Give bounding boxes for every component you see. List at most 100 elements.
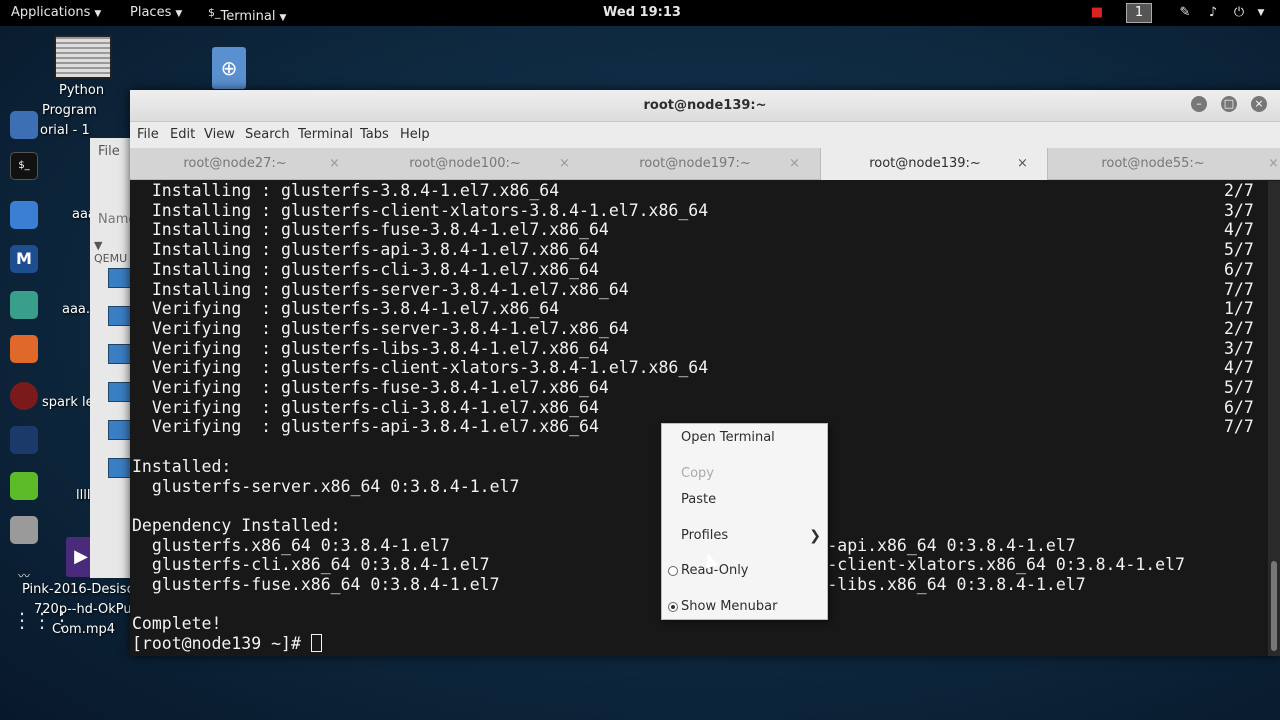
fm-row-icon[interactable] — [108, 420, 132, 440]
progress-count: 5/7 — [1224, 240, 1254, 260]
tab-node139[interactable]: root@node139:~ × — [820, 148, 1048, 180]
tab-label: root@node197:~ — [639, 156, 751, 171]
radio-unchecked-icon — [668, 566, 678, 576]
close-tab-icon[interactable]: × — [1017, 148, 1028, 180]
terminal-line: Verifying : glusterfs-api-3.8.4-1.el7.x8… — [132, 417, 599, 437]
terminal-line: glusterfs-cli.x86_64 0:3.8.4-1.el7 glust… — [132, 555, 1185, 575]
terminal-app-label: Terminal — [220, 9, 276, 24]
minimize-icon[interactable]: – — [1191, 96, 1207, 112]
close-tab-icon[interactable]: × — [789, 148, 800, 180]
video-file-icon[interactable] — [54, 35, 112, 79]
terminal-line: [root@node139 ~]# — [132, 634, 322, 654]
menu-tabs[interactable]: Tabs — [360, 122, 389, 148]
tab-bar: root@node27:~ × root@node100:~ × root@no… — [130, 148, 1280, 180]
fm-row-icon[interactable] — [108, 306, 132, 326]
window-titlebar[interactable]: root@node139:~ – □ × — [130, 90, 1280, 122]
files-icon[interactable] — [10, 201, 38, 229]
chevron-down-icon: ▼ — [94, 9, 102, 19]
applications-label: Applications — [11, 5, 91, 20]
dock: $_ M 〰 ⋮⋮⋮ — [0, 100, 72, 645]
chevron-down-icon[interactable]: ▼ — [1254, 4, 1268, 22]
close-tab-icon[interactable]: × — [329, 148, 340, 180]
screenshot-icon[interactable] — [10, 516, 38, 544]
menu-copy: Copy — [681, 466, 714, 481]
desktop-icon-label: Python — [59, 83, 105, 98]
places-menu[interactable]: Places ▼ — [130, 0, 182, 26]
terminal-line: Verifying : glusterfs-client-xlators-3.8… — [132, 358, 709, 378]
terminal-line: Installing : glusterfs-api-3.8.4-1.el7.x… — [132, 240, 599, 260]
globe-icon[interactable]: ⊕ — [212, 47, 246, 89]
menu-edit[interactable]: Edit — [170, 122, 195, 148]
progress-count: 5/7 — [1224, 378, 1254, 397]
progress-count: 6/7 — [1224, 397, 1254, 417]
terminal-line: Verifying : glusterfs-libs-3.8.4-1.el7.x… — [132, 338, 609, 358]
fm-folder-name: QEMU — [94, 252, 128, 265]
menu-show-menubar[interactable]: Show Menubar — [662, 595, 827, 619]
pen-icon[interactable]: ✎ — [1176, 4, 1194, 22]
tab-node100[interactable]: root@node100:~ × — [360, 148, 590, 180]
terminal-icon[interactable]: $_ — [10, 152, 38, 180]
desktop-icon-label: Program — [42, 103, 97, 118]
terminal-line: Installing : glusterfs-server-3.8.4-1.el… — [132, 279, 629, 299]
text-cursor — [310, 634, 322, 653]
fm-row-icon[interactable] — [108, 344, 132, 364]
notes-icon[interactable] — [10, 472, 38, 500]
menu-search[interactable]: Search — [245, 122, 290, 148]
progress-count: 3/7 — [1224, 338, 1254, 358]
show-apps-grid-icon[interactable]: ⋮⋮⋮ — [12, 608, 72, 632]
progress-count: 3/7 — [1224, 200, 1254, 220]
terminal-line: glusterfs-server.x86_64 0:3.8.4-1.el7 — [132, 476, 520, 496]
close-tab-icon[interactable]: × — [559, 148, 570, 180]
kali-icon[interactable]: 〰 — [10, 562, 38, 590]
progress-count: 6/7 — [1224, 259, 1254, 279]
progress-count: 4/7 — [1224, 220, 1254, 240]
terminal-line: Verifying : glusterfs-3.8.4-1.el7.x86_64 — [132, 299, 560, 319]
burpsuite-icon[interactable] — [10, 335, 38, 363]
scrollbar[interactable] — [1268, 181, 1280, 656]
tab-node197[interactable]: root@node197:~ × — [590, 148, 820, 180]
menu-read-only[interactable]: Read-Only — [662, 559, 827, 583]
menu-open-terminal[interactable]: Open Terminal — [662, 426, 827, 450]
window-title: root@node139:~ — [643, 98, 767, 113]
recording-icon[interactable]: ■ — [1088, 4, 1106, 22]
menu-terminal[interactable]: Terminal — [298, 122, 353, 148]
terminal-app-menu[interactable]: $_Terminal ▼ — [208, 0, 286, 26]
browser-icon[interactable] — [10, 111, 38, 139]
metasploit-icon[interactable]: M — [10, 245, 38, 273]
menu-view[interactable]: View — [204, 122, 235, 148]
scrollbar-thumb[interactable] — [1271, 561, 1277, 651]
tab-node55[interactable]: root@node55:~ × — [1048, 148, 1280, 180]
tab-node27[interactable]: root@node27:~ × — [130, 148, 360, 180]
fm-row-icon[interactable] — [108, 458, 132, 478]
progress-count: 7/7 — [1224, 279, 1254, 299]
beef-icon[interactable] — [10, 382, 38, 410]
close-icon[interactable]: × — [1251, 96, 1267, 112]
fm-menu-file[interactable]: File — [98, 144, 120, 159]
terminal-line: Installing : glusterfs-3.8.4-1.el7.x86_6… — [132, 181, 560, 200]
terminal-line: Dependency Installed: — [132, 515, 341, 535]
armitage-icon[interactable] — [10, 291, 38, 319]
fm-row-icon[interactable] — [108, 268, 132, 288]
close-tab-icon[interactable]: × — [1268, 148, 1279, 180]
places-label: Places — [130, 5, 172, 20]
terminal-line: glusterfs.x86_64 0:3.8.4-1.el7 glusterfs… — [132, 535, 1076, 555]
maximize-icon[interactable]: □ — [1221, 96, 1237, 112]
progress-count: 2/7 — [1224, 181, 1254, 200]
workspace-indicator[interactable]: 1 — [1126, 3, 1152, 23]
clock[interactable]: Wed 19:13 — [603, 0, 681, 26]
volume-icon[interactable]: ♪ — [1204, 4, 1222, 22]
menu-profiles-label: Profiles — [681, 528, 729, 543]
menu-profiles[interactable]: Profiles ❯ — [662, 524, 827, 548]
applications-menu[interactable]: Applications ▼ — [11, 0, 101, 26]
power-icon[interactable]: ⏻ — [1230, 4, 1248, 22]
menu-help[interactable]: Help — [400, 122, 430, 148]
menu-file[interactable]: File — [137, 122, 159, 148]
fm-row-icon[interactable] — [108, 382, 132, 402]
tab-label: root@node27:~ — [183, 156, 287, 171]
chevron-down-icon: ▼ — [175, 9, 183, 19]
progress-count: 2/7 — [1224, 318, 1254, 338]
menu-paste[interactable]: Paste — [662, 488, 827, 512]
faraday-icon[interactable] — [10, 426, 38, 454]
tab-label: root@node100:~ — [409, 156, 521, 171]
context-menu: Open Terminal Copy Paste Profiles ❯ Read… — [661, 423, 828, 620]
